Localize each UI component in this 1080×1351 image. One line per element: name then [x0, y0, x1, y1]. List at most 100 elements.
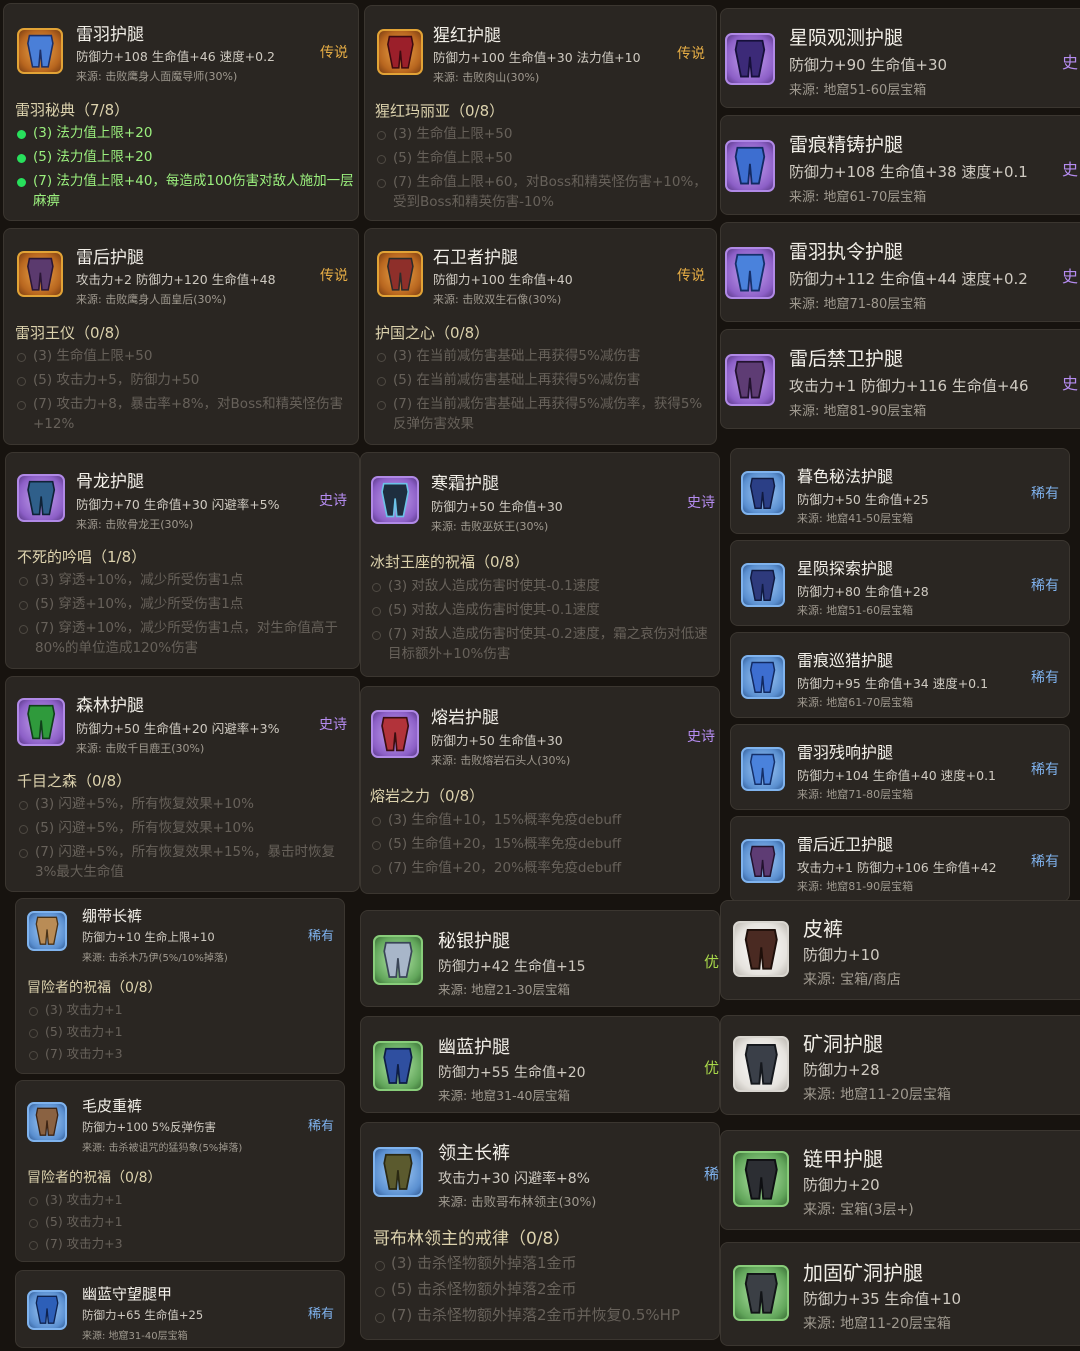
item-name: 雷后禁卫护腿 [789, 348, 904, 370]
item-source: 来源: 地窟51-60层宝箱 [797, 604, 914, 617]
item-card[interactable]: 森林护腿 防御力+50 生命值+20 闪避率+3% 来源: 击败千目鹿王(30%… [5, 676, 360, 892]
item-card[interactable]: 领主长裤 攻击力+30 闪避率+8% 来源: 击败哥布林领主(30%) 稀 哥布… [360, 1122, 720, 1340]
item-card[interactable]: 绷带长裤 防御力+10 生命上限+10 来源: 击杀木乃伊(5%/10%掉落) … [15, 898, 345, 1074]
legs-armor-icon [373, 1041, 423, 1091]
item-name: 雷羽执令护腿 [789, 241, 904, 263]
item-source: 来源: 击败骨龙王(30%) [76, 518, 194, 531]
item-card[interactable]: 毛皮重裤 防御力+100 5%反弹伤害 来源: 击杀被诅咒的猛犸象(5%掉落) … [15, 1080, 345, 1262]
item-card[interactable]: 皮裤 防御力+10 来源: 宝箱/商店 [720, 900, 1080, 1000]
item-name: 石卫者护腿 [433, 248, 518, 268]
status-dot [17, 401, 26, 410]
item-card[interactable]: 雷羽护腿 防御力+108 生命值+46 速度+0.2 来源: 击败鹰身人面魔导师… [3, 3, 359, 221]
legs-armor-icon [373, 935, 423, 985]
rarity-label: 稀有 [1031, 670, 1059, 686]
item-name: 骨龙护腿 [76, 472, 144, 492]
item-card[interactable]: 星陨观测护腿 防御力+90 生命值+30 来源: 地窟51-60层宝箱 史 [720, 8, 1080, 108]
set-bonus: (3) 生命值+10，15%概率免疫debuff [370, 811, 719, 831]
set-bonus: (3) 法力值上限+20 [15, 124, 355, 144]
item-name: 领主长裤 [438, 1143, 510, 1164]
item-stats: 防御力+50 生命值+25 [797, 492, 929, 507]
legs-armor-icon [741, 747, 785, 791]
item-name: 幽蓝守望腿甲 [82, 1285, 173, 1303]
legs-armor-icon [377, 251, 423, 297]
status-dot [29, 1197, 38, 1206]
item-card[interactable]: 石卫者护腿 防御力+100 生命值+40 来源: 击败双生石像(30%) 传说 … [364, 228, 717, 445]
set-bonus: (3) 攻击力+1 [27, 1001, 327, 1019]
item-card[interactable]: 猩红护腿 防御力+100 生命值+30 法力值+10 来源: 击败肉山(30%)… [364, 5, 717, 221]
rarity-label: 史诗 [319, 717, 347, 733]
item-name: 森林护腿 [76, 696, 144, 716]
item-stats: 攻击力+2 防御力+120 生命值+48 [76, 272, 276, 287]
status-dot [372, 817, 381, 826]
item-stats: 攻击力+1 防御力+116 生命值+46 [789, 377, 1029, 395]
item-source: 来源: 地窟11-20层宝箱 [803, 1087, 951, 1103]
set-bonus: (7) 对敌人造成伤害时使其-0.2速度，霜之哀伤对低速目标额外+10%伤害 [370, 625, 719, 664]
item-card[interactable]: 雷后护腿 攻击力+2 防御力+120 生命值+48 来源: 击败鹰身人面皇后(3… [3, 228, 359, 445]
set-bonus: (7) 攻击力+3 [27, 1045, 327, 1063]
item-stats: 攻击力+1 防御力+106 生命值+42 [797, 860, 997, 875]
item-card[interactable]: 幽蓝护腿 防御力+55 生命值+20 来源: 地窟31-40层宝箱 优 [360, 1016, 720, 1113]
item-source: 来源: 地窟41-50层宝箱 [797, 512, 914, 525]
set-bonus: (3) 攻击力+1 [27, 1191, 327, 1209]
status-dot [377, 179, 386, 188]
item-card[interactable]: 链甲护腿 防御力+20 来源: 宝箱(3层+) [720, 1130, 1080, 1230]
item-card[interactable]: 矿洞护腿 防御力+28 来源: 地窟11-20层宝箱 [720, 1015, 1080, 1115]
legs-armor-icon [741, 563, 785, 607]
status-dot [29, 1241, 38, 1250]
item-card[interactable]: 寒霜护腿 防御力+50 生命值+30 来源: 击败巫妖王(30%) 史诗 冰封王… [360, 452, 720, 677]
legs-armor-icon [27, 1290, 67, 1330]
set-bonus: (3) 穿透+10%，减少所受伤害1点 [17, 571, 355, 591]
item-name: 毛皮重裤 [82, 1097, 143, 1115]
item-name: 雷羽护腿 [76, 25, 144, 45]
item-name: 加固矿洞护腿 [803, 1261, 923, 1285]
item-name: 皮裤 [803, 917, 843, 941]
status-dot [19, 825, 28, 834]
item-card[interactable]: 雷痕精铸护腿 防御力+108 生命值+38 速度+0.1 来源: 地窟61-70… [720, 115, 1080, 215]
item-stats: 防御力+10 生命上限+10 [82, 930, 215, 944]
item-source: 来源: 宝箱(3层+) [803, 1202, 914, 1218]
item-stats: 防御力+90 生命值+30 [789, 56, 948, 74]
item-card[interactable]: 雷后近卫护腿 攻击力+1 防御力+106 生命值+42 来源: 地窟81-90层… [730, 816, 1070, 902]
status-dot [377, 155, 386, 164]
item-source: 来源: 地窟61-70层宝箱 [789, 190, 927, 205]
item-card[interactable]: 雷痕巡猎护腿 防御力+95 生命值+34 速度+0.1 来源: 地窟61-70层… [730, 632, 1070, 718]
set-bonus: (7) 穿透+10%，减少所受伤害1点，对生命值高于80%的单位造成120%伤害 [17, 619, 355, 658]
item-card[interactable]: 暮色秘法护腿 防御力+50 生命值+25 来源: 地窟41-50层宝箱 稀有 [730, 448, 1070, 534]
item-source: 来源: 击杀被诅咒的猛犸象(5%掉落) [82, 1143, 243, 1154]
set-bonus: (7) 攻击力+8，暴击率+8%，对Boss和精英怪伤害+12% [15, 395, 355, 434]
item-card[interactable]: 幽蓝守望腿甲 防御力+65 生命值+25 来源: 地窟31-40层宝箱 稀有 [15, 1270, 345, 1348]
set-bonus: (7) 闪避+5%，所有恢复效果+15%，暴击时恢复3%最大生命值 [17, 843, 355, 882]
item-card[interactable]: 秘银护腿 防御力+42 生命值+15 来源: 地窟21-30层宝箱 优 [360, 910, 720, 1007]
set-bonus: (5) 生命值上限+50 [375, 149, 715, 169]
item-name: 幽蓝护腿 [438, 1037, 510, 1058]
legs-armor-icon [733, 1036, 789, 1092]
item-card[interactable]: 雷羽执令护腿 防御力+112 生命值+44 速度+0.2 来源: 地窟71-80… [720, 222, 1080, 322]
rarity-label: 史 [1062, 160, 1079, 179]
rarity-label: 稀有 [1031, 486, 1059, 502]
legs-armor-icon [741, 839, 785, 883]
item-card[interactable]: 雷后禁卫护腿 攻击力+1 防御力+116 生命值+46 来源: 地窟81-90层… [720, 329, 1080, 429]
item-source: 来源: 地窟31-40层宝箱 [82, 1331, 188, 1342]
set-name: 哥布林领主的戒律（0/8） [373, 1229, 571, 1249]
item-card[interactable]: 雷羽残响护腿 防御力+104 生命值+40 速度+0.1 来源: 地窟71-80… [730, 724, 1070, 810]
item-source: 来源: 地窟21-30层宝箱 [438, 982, 571, 997]
set-bonus: (5) 法力值上限+20 [15, 148, 355, 168]
legs-armor-icon [733, 1265, 789, 1321]
item-source: 来源: 击败哥布林领主(30%) [438, 1194, 597, 1209]
item-source: 来源: 地窟31-40层宝箱 [438, 1088, 571, 1103]
item-card[interactable]: 骨龙护腿 防御力+70 生命值+30 闪避率+5% 来源: 击败骨龙王(30%)… [5, 452, 360, 669]
item-source: 来源: 击败鹰身人面皇后(30%) [76, 293, 227, 306]
set-bonus: (3) 闪避+5%，所有恢复效果+10% [17, 795, 355, 815]
item-card[interactable]: 熔岩护腿 防御力+50 生命值+30 来源: 击败熔岩石头人(30%) 史诗 熔… [360, 686, 720, 894]
status-dot [29, 1219, 38, 1228]
status-dot [19, 801, 28, 810]
set-bonus: (3) 在当前减伤害基础上再获得5%减伤害 [375, 347, 715, 367]
set-name: 雷羽王仪（0/8） [15, 324, 130, 342]
status-dot [377, 401, 386, 410]
item-card[interactable]: 加固矿洞护腿 防御力+35 生命值+10 来源: 地窟11-20层宝箱 [720, 1242, 1080, 1346]
status-dot [375, 1313, 385, 1323]
status-dot [372, 841, 381, 850]
set-bonus: (7) 法力值上限+40，每造成100伤害对敌人施加一层麻痹 [15, 172, 355, 211]
item-card[interactable]: 星陨探索护腿 防御力+80 生命值+28 来源: 地窟51-60层宝箱 稀有 [730, 540, 1070, 626]
item-stats: 防御力+42 生命值+15 [438, 959, 586, 975]
